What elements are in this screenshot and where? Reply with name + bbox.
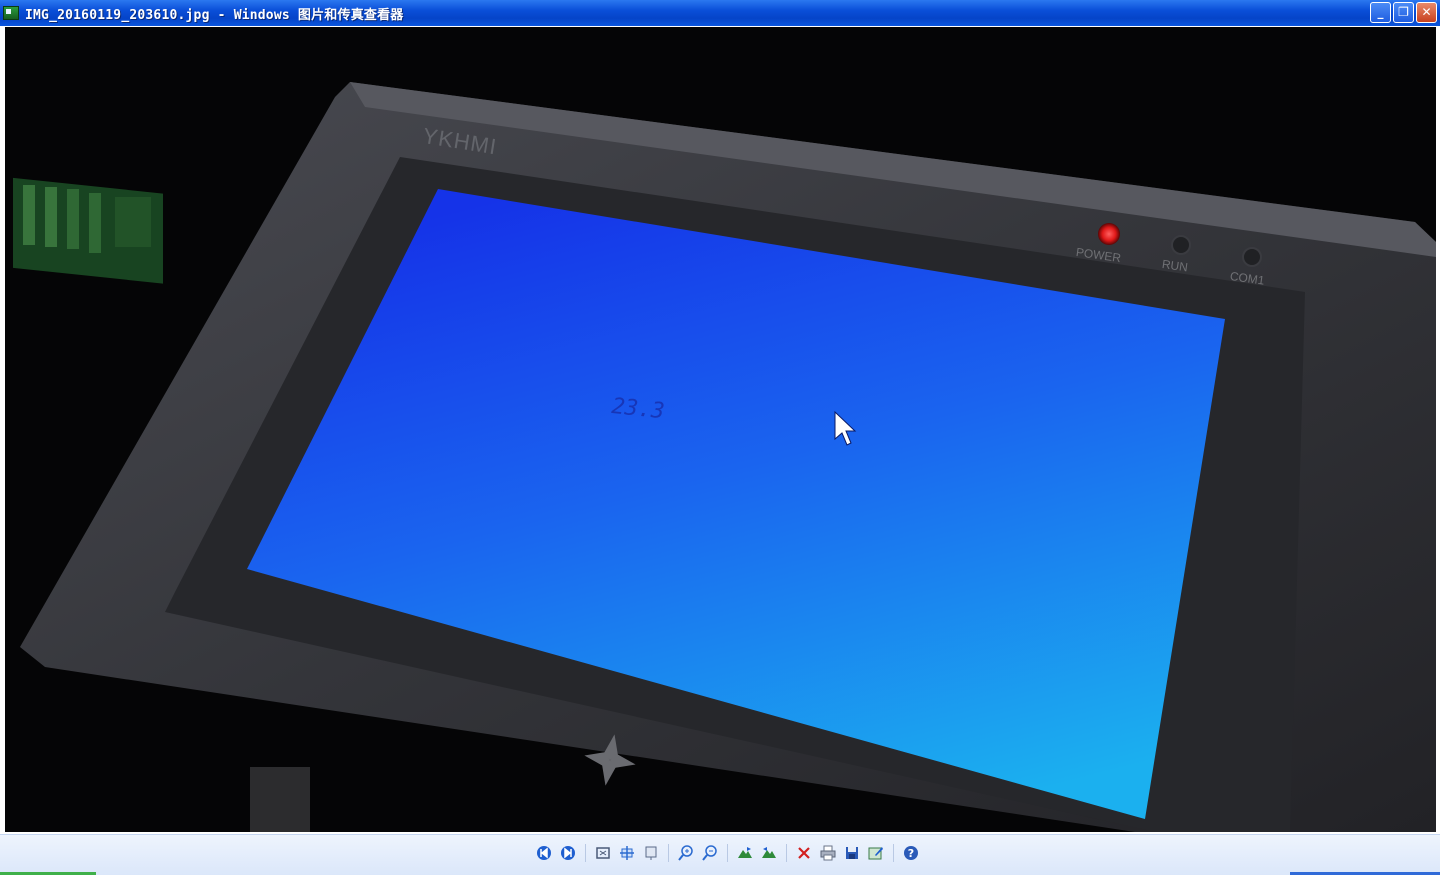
screen-reading: 23.3 <box>610 394 666 425</box>
window-title: IMG_20160119_203610.jpg - Windows 图片和传真查… <box>25 7 404 23</box>
previous-icon <box>537 846 551 860</box>
rotate-ccw-icon <box>762 847 776 858</box>
toolbar-separator <box>585 844 586 862</box>
zoom-out-icon <box>702 845 717 861</box>
rotate-counterclockwise-button[interactable] <box>759 843 779 863</box>
previous-image-button[interactable] <box>534 843 554 863</box>
zoom-in-icon <box>678 845 693 861</box>
help-button[interactable]: ? <box>901 843 921 863</box>
toolbar-separator <box>786 844 787 862</box>
actual-size-icon <box>620 846 634 860</box>
save-icon <box>846 847 858 859</box>
restore-button[interactable]: ❐ <box>1393 2 1414 23</box>
toolbar-separator <box>727 844 728 862</box>
svg-text:?: ? <box>908 847 914 860</box>
delete-icon <box>798 847 810 859</box>
rotate-clockwise-button[interactable] <box>735 843 755 863</box>
viewer-toolbar: ? <box>0 834 1440 875</box>
window-controls: _ ❐ ✕ <box>1370 2 1437 23</box>
minimize-button[interactable]: _ <box>1370 2 1391 23</box>
rotate-cw-icon <box>738 847 752 858</box>
toolbar-separator <box>893 844 894 862</box>
best-fit-icon <box>596 847 610 859</box>
print-icon <box>820 845 836 861</box>
photo-scene <box>5 27 1436 832</box>
toolbar-separator <box>668 844 669 862</box>
actual-size-button[interactable] <box>617 843 637 863</box>
print-button[interactable] <box>818 843 838 863</box>
title-bar: IMG_20160119_203610.jpg - Windows 图片和传真查… <box>0 0 1440 26</box>
edit-icon <box>868 847 883 860</box>
image-viewer-area: YKHMI 23.3 POWER RUN COM1 <box>0 26 1440 834</box>
slideshow-icon <box>645 846 657 860</box>
open-for-editing-button[interactable] <box>866 843 886 863</box>
best-fit-button[interactable] <box>593 843 613 863</box>
next-icon <box>561 846 575 860</box>
green-terminal-block <box>13 177 163 284</box>
zoom-out-button[interactable] <box>700 843 720 863</box>
help-icon: ? <box>904 846 918 860</box>
image-viewer-icon <box>3 6 19 20</box>
zoom-in-button[interactable] <box>676 843 696 863</box>
toolbar-buttons: ? <box>532 843 923 863</box>
photo[interactable]: YKHMI 23.3 POWER RUN COM1 <box>5 27 1436 832</box>
delete-button[interactable] <box>794 843 814 863</box>
close-button[interactable]: ✕ <box>1416 2 1437 23</box>
slideshow-button[interactable] <box>641 843 661 863</box>
save-copy-button[interactable] <box>842 843 862 863</box>
next-image-button[interactable] <box>558 843 578 863</box>
